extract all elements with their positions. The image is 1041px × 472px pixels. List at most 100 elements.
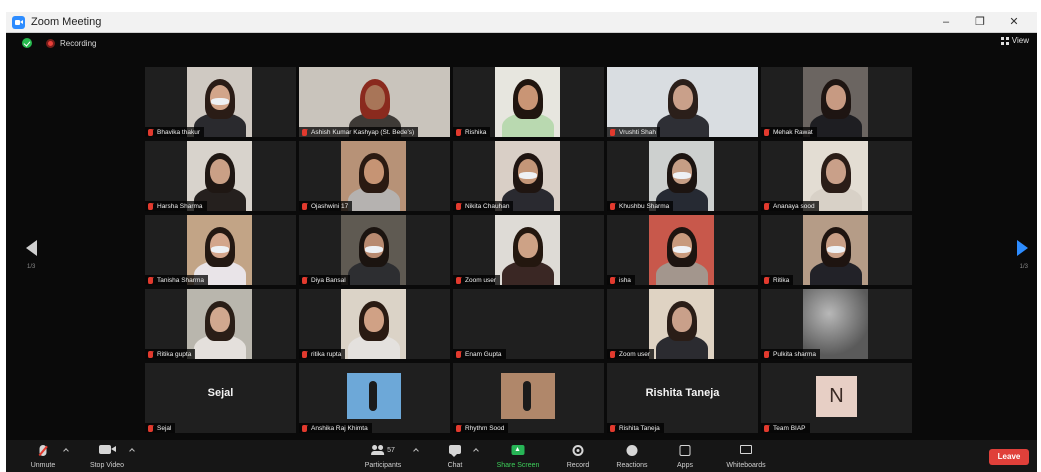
participant-name: Ashish Kumar Kashyap (St. Bede's)	[311, 128, 415, 136]
participant-tile[interactable]: N Team BIAP	[761, 363, 912, 433]
participant-name-strip: Sejal	[145, 423, 176, 433]
participant-tile[interactable]: Rhythm Sood	[453, 363, 604, 433]
stop-video-label: Stop Video	[89, 462, 125, 469]
participant-tile[interactable]: Zoom user	[453, 215, 604, 285]
whiteboards-button[interactable]: Whiteboards	[716, 440, 776, 472]
audio-options-chevron-icon[interactable]	[63, 448, 69, 454]
participant-tile[interactable]: Sejal Sejal	[145, 363, 296, 433]
participant-name: Nikita Chauhan	[465, 202, 510, 210]
participant-tile[interactable]: Rishita Taneja Rishita Taneja	[607, 363, 758, 433]
chat-button[interactable]: Chat	[438, 440, 472, 472]
participant-tile[interactable]: Ashish Kumar Kashyap (St. Bede's)	[299, 67, 450, 137]
unmute-label: Unmute	[30, 462, 56, 469]
participant-tile[interactable]: Vrushti Shah	[607, 67, 758, 137]
maximize-button[interactable]: ❐	[963, 12, 997, 33]
participant-tile[interactable]: Ojashwini 17	[299, 141, 450, 211]
chat-label: Chat	[447, 462, 463, 469]
muted-microphone-icon	[764, 128, 769, 136]
meeting-toolbar: Unmute Stop Video 57 Participants Chat S…	[6, 440, 1037, 472]
previous-page-arrow-icon[interactable]	[26, 240, 37, 256]
muted-microphone-icon	[610, 276, 615, 284]
muted-microphone-icon	[302, 350, 307, 358]
participant-name: Ojashwini 17	[311, 202, 349, 210]
reactions-button[interactable]: Reactions	[609, 440, 655, 472]
participant-tile[interactable]: Diya Bansal	[299, 215, 450, 285]
participant-name: ritika rupta	[311, 350, 342, 358]
muted-microphone-icon	[148, 350, 153, 358]
participant-name-strip: Ananaya sood	[761, 201, 819, 211]
participant-name-strip: Enam Gupta	[453, 349, 506, 359]
participant-name-strip: Harsha Sharma	[145, 201, 207, 211]
participant-tile[interactable]: Bhavika thakur	[145, 67, 296, 137]
participant-name-strip: Mehak Rawat	[761, 127, 817, 137]
participant-tile[interactable]: Ritika gupta	[145, 289, 296, 359]
zoom-logo-icon	[12, 15, 25, 29]
video-options-chevron-icon[interactable]	[129, 448, 135, 454]
muted-microphone-icon	[148, 276, 153, 284]
participant-name: Ritika	[773, 276, 790, 284]
stop-video-button[interactable]: Stop Video	[84, 440, 130, 472]
record-button[interactable]: Record	[559, 440, 597, 472]
chat-options-chevron-icon[interactable]	[473, 448, 479, 454]
participant-tile[interactable]: Khushbu Sharma	[607, 141, 758, 211]
participant-tile[interactable]: Pulkita sharma	[761, 289, 912, 359]
participant-tile[interactable]: Rishika	[453, 67, 604, 137]
participant-tile[interactable]: isha	[607, 215, 758, 285]
participant-name-strip: Vrushti Shah	[607, 127, 660, 137]
participant-name-strip: Rishika	[453, 127, 491, 137]
video-camera-icon	[99, 445, 116, 454]
reactions-label: Reactions	[616, 462, 648, 469]
muted-microphone-icon	[302, 128, 307, 136]
participant-video	[649, 215, 714, 285]
participant-tile[interactable]: Harsha Sharma	[145, 141, 296, 211]
profile-picture	[501, 373, 555, 419]
muted-microphone-icon	[764, 350, 769, 358]
participant-tile[interactable]: Enam Gupta	[453, 289, 604, 359]
share-screen-button[interactable]: Share Screen	[490, 440, 546, 472]
share-screen-icon	[511, 445, 525, 455]
muted-microphone-icon	[302, 424, 307, 432]
participant-tile[interactable]: Ananaya sood	[761, 141, 912, 211]
participants-button[interactable]: 57 Participants	[356, 440, 410, 472]
apps-button[interactable]: Apps	[668, 440, 702, 472]
participant-name-strip: Nikita Chauhan	[453, 201, 514, 211]
share-screen-label: Share Screen	[496, 462, 540, 469]
participant-name: Mehak Rawat	[773, 128, 813, 136]
participant-name-strip: Khushbu Sharma	[607, 201, 674, 211]
participant-tile[interactable]: Nikita Chauhan	[453, 141, 604, 211]
security-shield-icon[interactable]	[22, 38, 32, 48]
muted-microphone-icon	[148, 424, 153, 432]
participants-label: Participants	[364, 462, 402, 469]
close-button[interactable]: ✕	[997, 12, 1031, 33]
participant-tile[interactable]: Anshika Raj Khimta	[299, 363, 450, 433]
participants-options-chevron-icon[interactable]	[413, 448, 419, 454]
apps-icon	[679, 445, 691, 456]
participant-name-strip: Rishita Taneja	[607, 423, 664, 433]
participant-name: Rhythm Sood	[465, 424, 505, 432]
unmute-button[interactable]: Unmute	[24, 440, 62, 472]
participant-name: Sejal	[157, 424, 172, 432]
participant-name: Khushbu Sharma	[619, 202, 670, 210]
page-indicator-right: 1/3	[1019, 264, 1028, 270]
zoom-window: Zoom Meeting – ❐ ✕ Recording View 1/3 1/…	[6, 12, 1037, 472]
participant-tile[interactable]: Mehak Rawat	[761, 67, 912, 137]
participant-tile[interactable]: Tanisha Sharma	[145, 215, 296, 285]
muted-microphone-icon	[456, 202, 461, 210]
participant-name-strip: Ashish Kumar Kashyap (St. Bede's)	[299, 127, 419, 137]
participant-name: Zoom user	[619, 350, 651, 358]
participant-tile[interactable]: ritika rupta	[299, 289, 450, 359]
record-label: Record	[566, 462, 590, 469]
leave-button[interactable]: Leave	[989, 449, 1029, 465]
participant-name-strip: Ojashwini 17	[299, 201, 353, 211]
participant-name: Zoom user	[465, 276, 497, 284]
view-button[interactable]: View	[1000, 36, 1029, 45]
view-label: View	[1011, 36, 1029, 45]
participant-tile[interactable]: Zoom user	[607, 289, 758, 359]
next-page-arrow-icon[interactable]	[1017, 240, 1028, 256]
muted-microphone-icon	[610, 424, 615, 432]
minimize-button[interactable]: –	[929, 12, 963, 33]
chat-icon	[449, 445, 461, 457]
participant-name-strip: Ritika gupta	[145, 349, 196, 359]
participant-video	[187, 289, 252, 359]
participant-tile[interactable]: Ritika	[761, 215, 912, 285]
